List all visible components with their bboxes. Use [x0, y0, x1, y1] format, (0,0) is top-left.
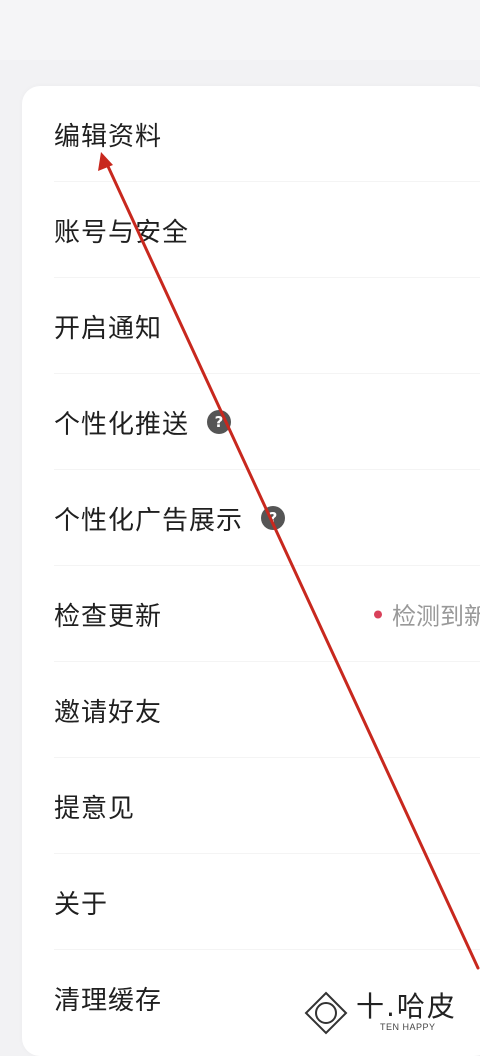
menu-item-label: 清理缓存 [54, 985, 163, 1016]
menu-item-label: 账号与安全 [54, 217, 190, 248]
top-bar [0, 0, 480, 60]
update-status: 检测到新 [374, 597, 480, 632]
menu-item-label: 提意见 [54, 793, 136, 824]
menu-item-notifications[interactable]: 开启通知 [22, 278, 480, 374]
settings-card: 编辑资料 账号与安全 开启通知 个性化推送 ? 个性化广告展示 ? 检查更新 检… [22, 86, 480, 1056]
menu-item-check-update[interactable]: 检查更新 检测到新 [22, 566, 480, 662]
menu-item-label: 关于 [54, 889, 109, 920]
question-circle-icon[interactable]: ? [207, 410, 232, 434]
menu-item-invite-friends[interactable]: 邀请好友 [22, 662, 480, 758]
watermark-title: 十.哈皮 [356, 990, 457, 1023]
menu-item-label: 检查更新 [54, 601, 163, 632]
watermark: 十.哈皮 TEN HAPPY [300, 985, 470, 1037]
menu-item-account-security[interactable]: 账号与安全 [22, 182, 480, 278]
menu-item-label: 邀请好友 [54, 697, 163, 728]
menu-item-label: 开启通知 [54, 313, 163, 344]
update-status-text: 检测到新 [392, 602, 480, 631]
menu-item-label: 个性化推送 [54, 409, 190, 440]
menu-item-personalized-push[interactable]: 个性化推送 ? [22, 374, 480, 470]
menu-item-edit-profile[interactable]: 编辑资料 [22, 86, 480, 182]
menu-item-feedback[interactable]: 提意见 [22, 758, 480, 854]
menu-item-personalized-ads[interactable]: 个性化广告展示 ? [22, 470, 480, 566]
status-dot [374, 610, 382, 618]
watermark-subtitle: TEN HAPPY [380, 1022, 436, 1032]
question-circle-icon[interactable]: ? [261, 506, 286, 530]
menu-item-label: 个性化广告展示 [54, 505, 244, 536]
menu-item-about[interactable]: 关于 [22, 854, 480, 950]
menu-item-label: 编辑资料 [54, 121, 163, 152]
diamond-circle-logo-icon [304, 991, 348, 1035]
